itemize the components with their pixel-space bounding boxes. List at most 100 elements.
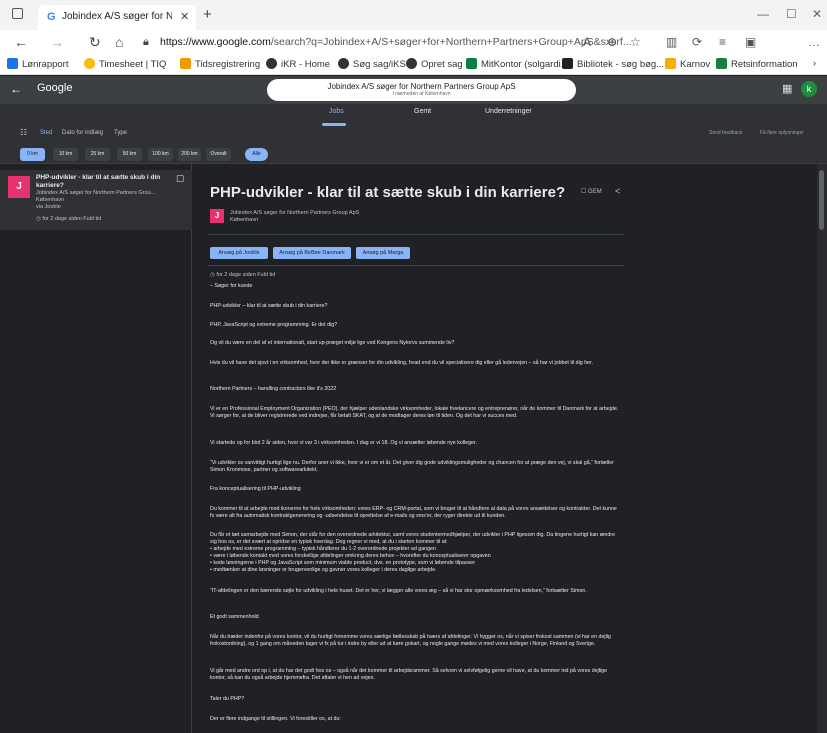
google-favicon-icon: G <box>47 11 56 23</box>
company-logo: J <box>8 176 30 198</box>
filter-location[interactable]: Sted <box>40 130 52 136</box>
google-logo[interactable]: Google <box>37 82 72 94</box>
bookmark-item[interactable]: Bibliotek - søg bøg... <box>562 58 664 70</box>
listing-company: Jobindex A/S søger for Northern Partners… <box>36 190 156 196</box>
bookmark-item[interactable]: Tidsregistrering <box>180 58 260 70</box>
minimize-icon[interactable]: — <box>757 7 769 21</box>
avatar[interactable]: k <box>801 81 817 97</box>
scrollbar-track[interactable] <box>817 164 827 733</box>
search-query: Jobindex A/S søger for Northern Partners… <box>327 82 516 91</box>
company-name: Jobindex A/S søger for Northern Partners… <box>230 210 360 216</box>
bookmark-icon <box>266 58 277 69</box>
description-paragraph: PHP, JavaScript og extreme programming. … <box>210 322 338 328</box>
favorite-icon[interactable]: ☆ <box>630 35 641 49</box>
bookmark-item[interactable]: Karnov <box>665 58 710 70</box>
bookmark-icon <box>84 58 95 69</box>
extensions-icon[interactable]: ⟳ <box>692 35 702 49</box>
description-paragraph: Når du træder indenfor på vores kontor, … <box>210 634 611 647</box>
chip-0km[interactable]: 0 km <box>20 148 45 161</box>
bookmark-icon <box>406 58 417 69</box>
company-location: København <box>230 217 259 223</box>
share-icon[interactable]: < <box>615 186 620 196</box>
filter-type[interactable]: Type <box>114 130 127 136</box>
url-field[interactable]: https://www.google.com/search?q=Jobindex… <box>160 36 632 48</box>
tab-title: Jobindex A/S søger for Northern <box>62 11 172 22</box>
tab-saved[interactable]: Gemt <box>414 108 431 115</box>
chip-50km[interactable]: 50 km <box>117 148 142 161</box>
bookmark-item[interactable]: iKR - Home <box>266 58 330 70</box>
maximize-icon[interactable]: ☐ <box>786 7 797 21</box>
favorites-list-icon[interactable]: ≡ <box>719 35 726 49</box>
bookmark-item[interactable]: Lønrapport <box>7 58 68 70</box>
bookmark-item[interactable]: Søg sag/iKS <box>338 58 406 70</box>
collections-icon[interactable]: ▣ <box>745 35 756 49</box>
read-aloud-icon[interactable]: A <box>583 35 591 49</box>
save-button[interactable]: ☐ GEM <box>581 188 602 195</box>
description-paragraph: Vi går med andre ord op i, at du har det… <box>210 668 608 681</box>
listing-location: København <box>36 197 65 203</box>
tab-actions-icon[interactable] <box>12 8 23 19</box>
description-paragraph: Fra konceptualisering til PHP-udvikling <box>210 486 301 492</box>
new-tab-icon[interactable]: + <box>203 6 212 23</box>
chip-100km[interactable]: 100 km <box>148 148 173 161</box>
bookmark-icon <box>338 58 349 69</box>
chip-25km[interactable]: 25 km <box>85 148 110 161</box>
url-path: /search?q=Jobindex+A/S+søger+for+Norther… <box>270 36 632 48</box>
zoom-icon[interactable]: ⊕ <box>607 35 617 49</box>
chip-200km[interactable]: 200 km <box>178 148 201 161</box>
search-location: I nærheden af København <box>392 91 451 97</box>
chip-10km[interactable]: 10 km <box>53 148 78 161</box>
browser-tab[interactable]: G Jobindex A/S søger for Northern ✕ <box>38 5 196 30</box>
close-tab-icon[interactable]: ✕ <box>180 10 189 23</box>
listing-meta: ◷ for 2 dage siden Fuld tid <box>36 216 102 222</box>
close-window-icon[interactable]: ✕ <box>812 7 822 21</box>
lock-icon[interactable]: 🔒︎ <box>143 36 149 49</box>
listing-title: PHP-udvikler - klar til at sætte skub i … <box>36 174 161 189</box>
bookmark-icon[interactable]: ☐ <box>176 174 184 185</box>
bookmark-item[interactable]: Timesheet | TIQ <box>84 58 166 70</box>
apply-jooble-button[interactable]: Ansøg på Jooble <box>210 247 268 259</box>
bookmarks-overflow-icon[interactable]: › <box>813 58 816 69</box>
apply-marga-button[interactable]: Ansøg på Marga <box>356 247 410 259</box>
filter-date[interactable]: Dato for indlæg <box>62 130 103 136</box>
more-menu-icon[interactable]: … <box>808 35 820 49</box>
apply-bebee-button[interactable]: Ansøg på BeBee Danmark <box>273 247 351 259</box>
search-box[interactable]: Jobindex A/S søger for Northern Partners… <box>267 79 576 101</box>
description-paragraph: PHP-udvikler – klar til at sætte skub i … <box>210 303 328 309</box>
bookmark-item[interactable]: Opret sag <box>406 58 463 70</box>
back-icon[interactable]: ← <box>14 34 28 50</box>
company-logo: J <box>210 209 224 223</box>
google-header: ← Google Jobindex A/S søger for Northern… <box>0 76 827 104</box>
description-paragraph: – Søger for kunde <box>210 283 253 289</box>
jobs-tabs: Jobs Gemt Underretninger <box>0 104 827 126</box>
scrollbar-thumb[interactable] <box>819 170 824 230</box>
home-icon[interactable]: ⌂ <box>115 34 123 50</box>
bookmark-icon <box>7 58 18 69</box>
description-paragraph: “IT-afdelingen er den bærende søjle for … <box>210 588 587 594</box>
reload-icon[interactable]: ↻ <box>89 34 101 51</box>
job-meta: ◷ for 2 dage siden Fuld tid <box>210 272 276 278</box>
bookmark-icon <box>466 58 477 69</box>
filter-settings-icon[interactable]: ☷ <box>20 128 27 137</box>
bookmark-icon <box>665 58 676 69</box>
divider <box>208 234 624 235</box>
back-arrow-icon[interactable]: ← <box>10 82 22 96</box>
description-paragraph: Der er flere indgange til stillingen. Vi… <box>210 716 341 722</box>
description-paragraph: Vi startede op for blot 2 år siden, hvor… <box>210 440 477 446</box>
listing-via: via Jooble <box>36 204 61 210</box>
job-title: PHP-udvikler - klar til at sætte skub i … <box>210 184 566 201</box>
chip-alle[interactable]: Alle <box>245 148 268 161</box>
tab-alerts[interactable]: Underretninger <box>485 108 532 115</box>
job-list: J PHP-udvikler - klar til at sætte skub … <box>0 164 192 733</box>
list-item[interactable]: J PHP-udvikler - klar til at sætte skub … <box>0 170 192 230</box>
url-host: https://www.google.com <box>160 36 271 48</box>
more-info-link[interactable]: Få flere oplysninger <box>760 130 804 136</box>
split-screen-icon[interactable]: ▥ <box>666 35 677 49</box>
chip-overalt[interactable]: Overalt <box>206 148 231 161</box>
bookmark-item[interactable]: MitKontor (solgardi... <box>466 58 569 70</box>
bookmark-item[interactable]: Retsinformation <box>716 58 798 70</box>
tab-jobs[interactable]: Jobs <box>329 108 344 115</box>
apps-grid-icon[interactable]: ▦ <box>782 82 792 95</box>
send-feedback-link[interactable]: Send feedback <box>709 130 742 136</box>
forward-icon[interactable]: → <box>50 34 64 50</box>
